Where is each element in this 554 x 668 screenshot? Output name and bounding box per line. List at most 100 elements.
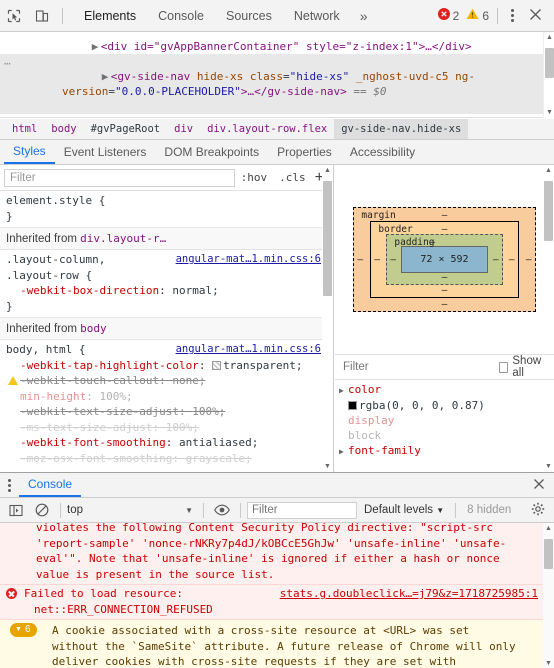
style-property-value[interactable]: normal; [172, 284, 218, 297]
style-property-value[interactable]: antialiased; [179, 436, 258, 449]
scrollbar-thumb[interactable] [544, 539, 553, 569]
dom-tree-scrollbar[interactable]: ▲ ▼ [543, 32, 554, 118]
expand-arrow-icon[interactable]: ▶ [339, 383, 348, 398]
box-model-padding-top[interactable]: – [429, 237, 435, 248]
styles-filter-input[interactable] [4, 168, 235, 187]
styles-pane-scrollbar[interactable]: ▲ ▼ [322, 165, 333, 472]
kebab-menu-icon[interactable] [0, 475, 19, 496]
box-model-padding-bottom[interactable]: – [387, 272, 501, 283]
console-message-source-link[interactable]: stats.g.doubleclick…=j79&z=1718725985:1 [280, 586, 538, 602]
tab-styles[interactable]: Styles [4, 140, 55, 164]
expand-arrow-icon[interactable]: ▶ [339, 444, 348, 459]
box-model-margin-right[interactable]: – [526, 254, 532, 265]
style-rule-source-link[interactable]: angular-mat…1.min.css:6 [176, 252, 321, 268]
style-property-name[interactable]: -webkit-font-smoothing [20, 436, 166, 449]
breadcrumb-item-body[interactable]: body [44, 119, 83, 139]
style-property-name[interactable]: -webkit-touch-callout [20, 374, 159, 387]
style-property[interactable]: -webkit-box-direction: normal; [6, 283, 333, 299]
style-rule-layout-row[interactable]: angular-mat…1.min.css:6 .layout-column, … [0, 250, 333, 318]
style-property-name[interactable]: -webkit-tap-highlight-color [20, 359, 199, 372]
style-property-name[interactable]: -ms-text-size-adjust [20, 421, 152, 434]
force-state-button[interactable]: :hov [235, 171, 274, 184]
error-count-button[interactable]: 2 [436, 8, 462, 23]
warning-count-button[interactable]: 6 [464, 8, 491, 23]
box-model-border[interactable]: border – – – – padding – – – – 72 × 592 [370, 221, 519, 298]
tab-network[interactable]: Network [283, 0, 351, 31]
scroll-down-icon[interactable]: ▼ [543, 658, 554, 668]
box-model-padding-right[interactable]: – [493, 254, 499, 265]
dom-node-row[interactable]: <!----> [0, 114, 554, 117]
dom-node-row[interactable]: ▼<div layout="row" flex class="layout-ro… [0, 39, 554, 68]
console-filter-input[interactable] [247, 501, 357, 519]
color-swatch-icon[interactable] [348, 401, 357, 410]
tab-accessibility[interactable]: Accessibility [341, 140, 424, 164]
breadcrumb-item-div[interactable]: div [167, 119, 200, 139]
breadcrumb-item-html[interactable]: html [5, 119, 44, 139]
computed-property-name[interactable]: font-family [348, 444, 421, 457]
color-swatch-icon[interactable] [212, 360, 222, 370]
style-property-value[interactable]: none; [172, 374, 205, 387]
style-rule-selector[interactable]: element.style { [6, 193, 333, 209]
style-property-name[interactable]: -moz-osx-font-smoothing [20, 452, 172, 465]
style-property-disabled[interactable]: -webkit-text-size-adjust: 100%; [6, 404, 333, 420]
box-model-margin-left[interactable]: – [357, 254, 363, 265]
tab-dom-breakpoints[interactable]: DOM Breakpoints [155, 140, 268, 164]
tab-event-listeners[interactable]: Event Listeners [55, 140, 156, 164]
box-model-margin[interactable]: margin – – – – border – – – – padding – … [353, 207, 536, 312]
style-property-name[interactable]: -webkit-text-size-adjust [20, 405, 179, 418]
console-scrollbar[interactable]: ▲ ▼ [543, 523, 554, 668]
console-message-list[interactable]: violates the following Content Security … [0, 523, 554, 668]
scrollbar-thumb[interactable] [544, 181, 553, 241]
box-model-border-left[interactable]: – [374, 254, 380, 265]
style-property[interactable]: -webkit-tap-highlight-color: transparent… [6, 358, 333, 374]
style-rule-selector-line2[interactable]: .layout-row { [6, 268, 333, 284]
scroll-up-icon[interactable]: ▲ [544, 32, 554, 43]
style-property-value[interactable]: grayscale; [186, 452, 252, 465]
box-model-border-right[interactable]: – [509, 254, 515, 265]
console-sidebar-icon[interactable] [4, 500, 28, 521]
close-icon[interactable] [521, 6, 550, 26]
computed-property-display[interactable]: display [335, 413, 554, 428]
breadcrumb-item-layout-row[interactable]: div.layout-row.flex [200, 119, 334, 139]
element-classes-button[interactable]: .cls [273, 171, 312, 184]
drawer-tab-console[interactable]: Console [19, 473, 82, 497]
scroll-up-icon[interactable]: ▲ [543, 523, 554, 534]
scroll-down-icon[interactable]: ▼ [543, 461, 554, 472]
style-property-disabled[interactable]: -ms-text-size-adjust: 100%; [6, 420, 333, 436]
chevron-down-icon[interactable]: ▼ [185, 506, 197, 515]
checkbox-icon[interactable] [499, 361, 509, 373]
box-model-margin-bottom[interactable]: – [354, 299, 534, 310]
close-icon[interactable] [524, 478, 554, 493]
breadcrumb-item-gv-side-nav[interactable]: gv-side-nav.hide-xs [334, 119, 469, 139]
style-property-name[interactable]: -webkit-box-direction [20, 284, 159, 297]
inspect-cursor-icon[interactable] [0, 3, 28, 29]
tab-properties[interactable]: Properties [268, 140, 341, 164]
box-model-padding-left[interactable]: – [390, 254, 396, 265]
tab-console[interactable]: Console [147, 0, 215, 31]
style-property-name[interactable]: min-height [20, 390, 86, 403]
device-toolbar-icon[interactable] [28, 3, 56, 29]
style-property-disabled[interactable]: -moz-osx-font-smoothing: grayscale; [6, 451, 333, 467]
tab-elements[interactable]: Elements [73, 0, 147, 31]
dom-node-row[interactable]: ▶ <div id="gvAppBannerContainer" style="z… [0, 32, 554, 53]
scroll-up-icon[interactable]: ▲ [543, 165, 554, 176]
style-property-value[interactable]: 100%; [166, 421, 199, 434]
computed-property-font-family[interactable]: ▶ font-family [335, 443, 554, 459]
scroll-down-icon[interactable]: ▼ [544, 107, 554, 118]
dom-tree-view[interactable]: ▶ <div id="gvAppBannerContainer" style="z… [0, 32, 554, 118]
gear-icon[interactable] [526, 502, 550, 519]
scroll-up-icon[interactable]: ▲ [322, 165, 333, 176]
expand-arrow-icon[interactable]: ▶ [102, 69, 111, 84]
dom-node-row-selected[interactable]: ⋯ ▶ <gv-side-nav hide-xs class="hide-xs" _… [0, 54, 554, 114]
box-model-margin-top[interactable]: – [354, 210, 534, 221]
style-rule-source-link[interactable]: angular-mat…1.min.css:6 [176, 342, 321, 358]
console-message-error[interactable]: stats.g.doubleclick…=j79&z=1718725985:1 … [0, 585, 554, 620]
scroll-down-icon[interactable]: ▼ [322, 461, 333, 472]
warning-group-badge[interactable]: ▼ 6 [10, 623, 37, 637]
computed-filter-input[interactable] [341, 360, 499, 374]
execution-context-selector[interactable]: top ▼ [67, 504, 197, 516]
console-message-warning[interactable]: ▼ 6 A cookie associated with a cross-sit… [0, 620, 554, 668]
clear-console-icon[interactable] [30, 500, 54, 521]
box-model-content-size[interactable]: 72 × 592 [401, 246, 488, 273]
tab-sources[interactable]: Sources [215, 0, 283, 31]
